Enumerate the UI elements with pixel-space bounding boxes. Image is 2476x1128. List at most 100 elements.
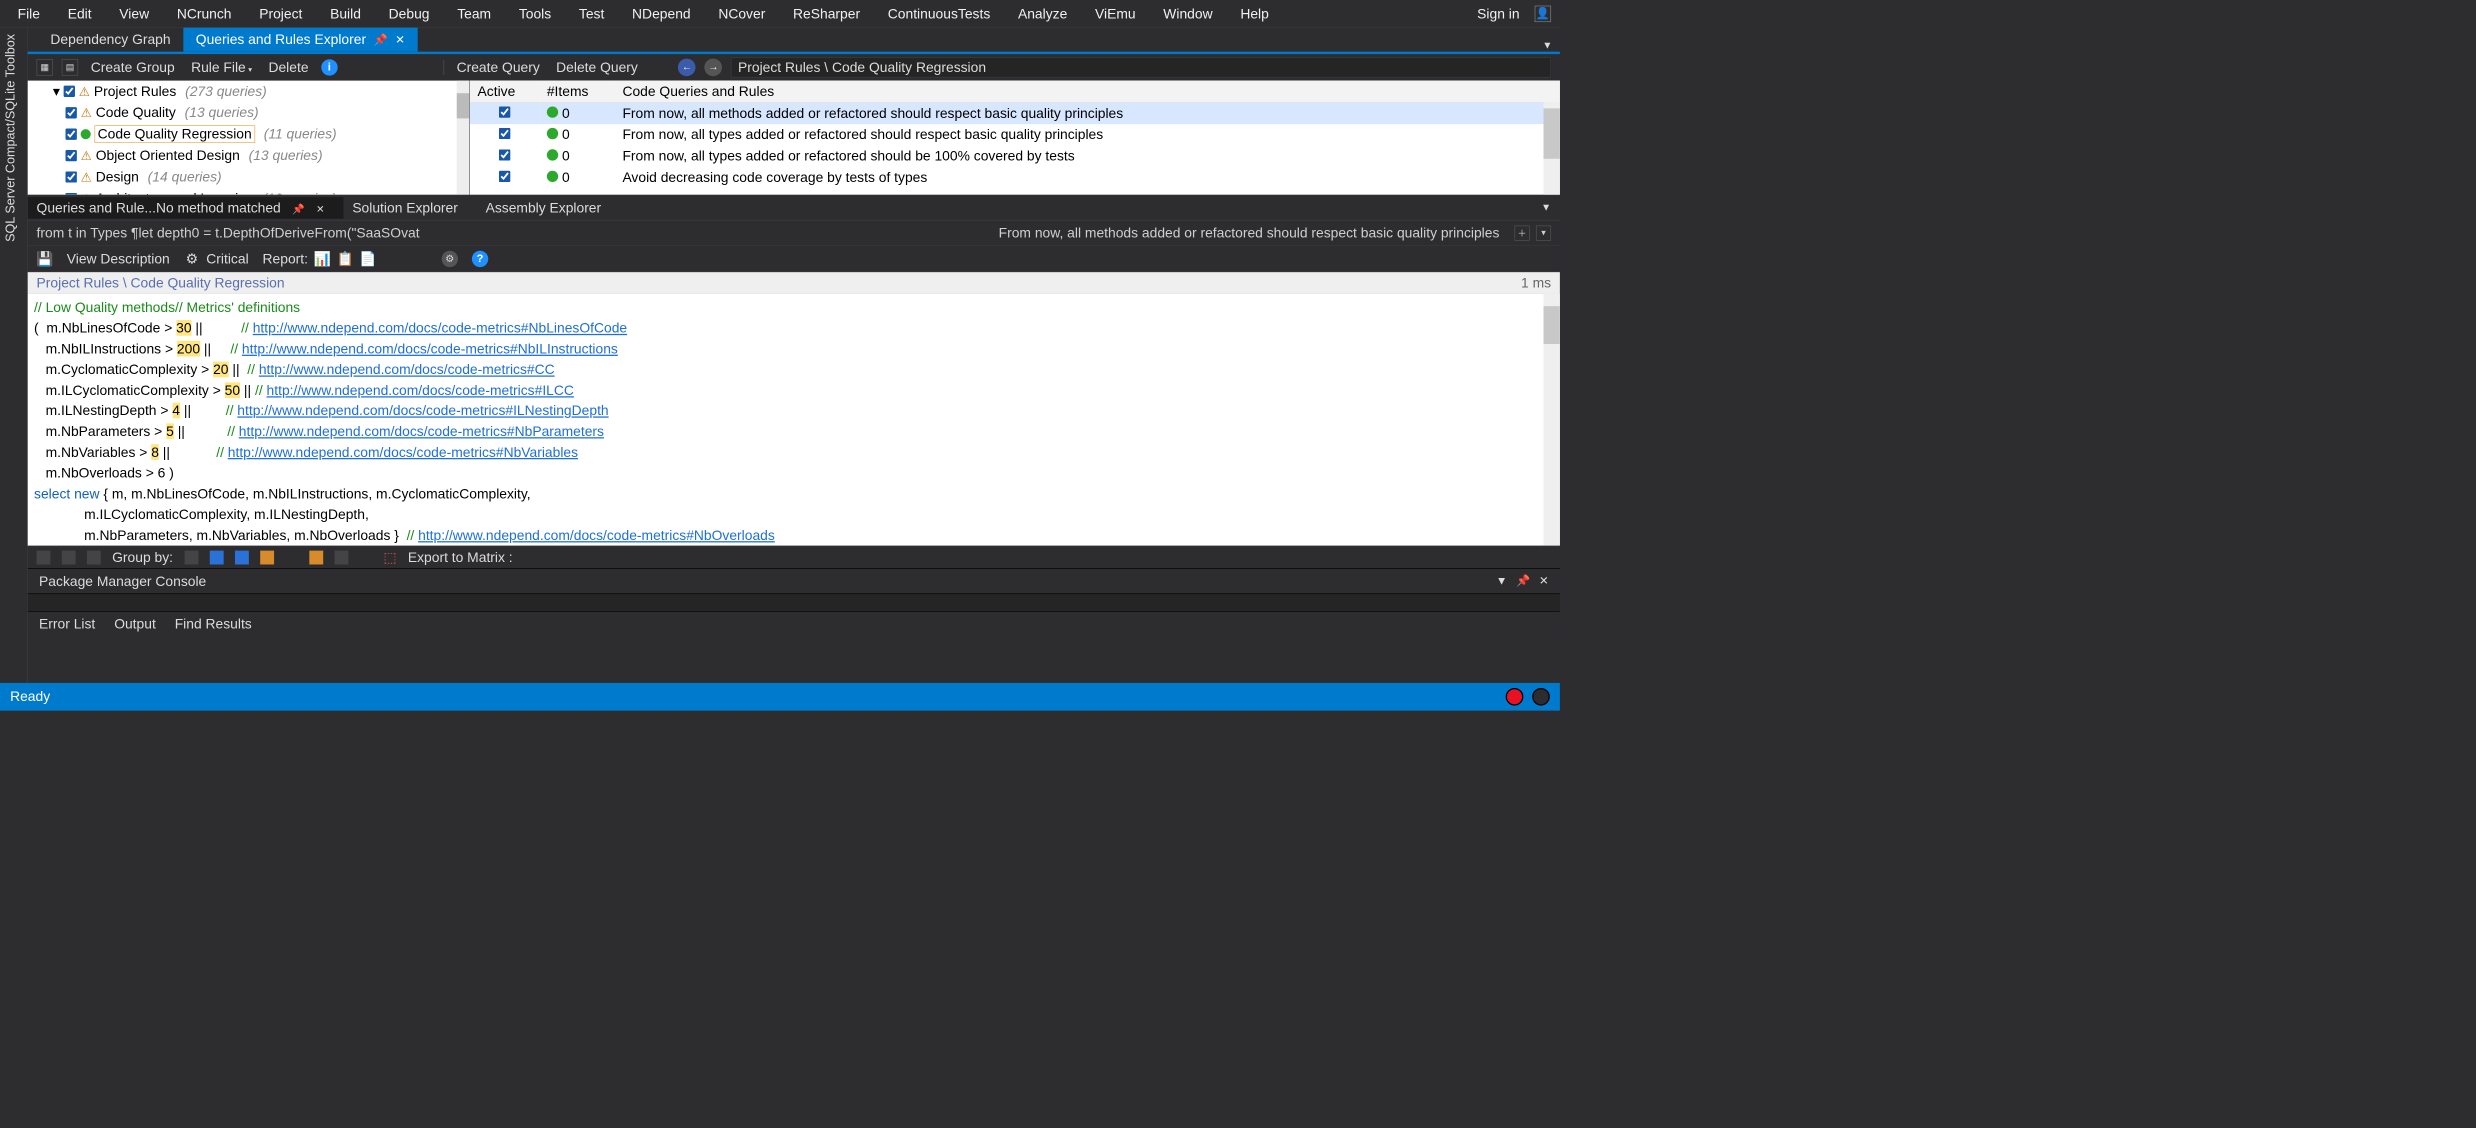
tree-checkbox[interactable] [66,171,77,182]
report-chart-icon[interactable]: 📊 [314,250,330,266]
tab-queries-rules-explorer[interactable]: Queries and Rules Explorer 📌 ✕ [183,28,417,52]
tree-item[interactable]: ⚠ Object Oriented Design (13 queries) [28,145,470,166]
tab-solution-explorer[interactable]: Solution Explorer [343,197,476,218]
group-icon[interactable] [235,550,249,564]
export-icon[interactable]: ⬚ [383,549,396,565]
col-items[interactable]: #Items [539,81,615,103]
tab-overflow-icon[interactable]: ▼ [1541,202,1551,213]
close-icon[interactable]: ✕ [395,33,405,46]
menu-file[interactable]: File [4,3,54,24]
menu-resharper[interactable]: ReSharper [779,3,874,24]
code-link[interactable]: http://www.ndepend.com/docs/code-metrics… [237,403,608,419]
menu-view[interactable]: View [105,3,163,24]
pin-icon[interactable]: 📌 [292,204,305,215]
menu-edit[interactable]: Edit [54,3,106,24]
group-icon[interactable] [210,550,224,564]
report-export-icon[interactable]: 📄 [360,250,376,266]
grid-row[interactable]: 0 Avoid decreasing code coverage by test… [470,167,1560,188]
delete-query-button[interactable]: Delete Query [552,58,641,77]
menu-test[interactable]: Test [565,3,618,24]
col-active[interactable]: Active [470,81,539,103]
rule-file-dropdown[interactable]: Rule File [187,58,256,77]
row-checkbox[interactable] [499,149,510,160]
tree-checkbox[interactable] [66,193,77,195]
collapse-all-icon[interactable]: ▤ [62,59,78,75]
info-icon[interactable]: i [321,59,337,75]
pin-icon[interactable]: 📌 [1516,575,1530,588]
menu-debug[interactable]: Debug [375,3,444,24]
tree-checkbox[interactable] [64,86,75,97]
code-link[interactable]: http://www.ndepend.com/docs/code-metrics… [253,320,627,336]
tree-item[interactable]: ⚠ Design (14 queries) [28,166,470,187]
tree-checkbox[interactable] [66,150,77,161]
dropdown-icon[interactable]: ▾ [1536,225,1551,240]
menu-project[interactable]: Project [245,3,316,24]
code-link[interactable]: http://www.ndepend.com/docs/code-metrics… [228,444,578,460]
create-group-button[interactable]: Create Group [87,58,179,77]
pin-icon[interactable]: 📌 [374,33,388,46]
grid-row[interactable]: 0 From now, all types added or refactore… [470,146,1560,167]
menu-analyze[interactable]: Analyze [1004,3,1081,24]
menu-help[interactable]: Help [1226,3,1282,24]
report-copy-icon[interactable]: 📋 [337,250,353,266]
tab-output[interactable]: Output [114,616,156,632]
nav-back-icon[interactable]: ← [678,58,696,76]
code-link[interactable]: http://www.ndepend.com/docs/code-metrics… [239,424,604,440]
package-manager-console-body[interactable] [28,593,1560,611]
nav-forward-icon[interactable]: → [705,58,723,76]
close-icon[interactable]: ✕ [316,204,324,215]
group-icon[interactable] [309,550,323,564]
toolbar-icon[interactable] [37,550,51,564]
dropdown-icon[interactable]: ▼ [1496,575,1507,588]
status-indicator-gray[interactable] [1532,688,1550,706]
package-manager-console-header[interactable]: Package Manager Console ▼ 📌 ✕ [28,568,1560,593]
tree-checkbox[interactable] [66,107,77,118]
tab-assembly-explorer[interactable]: Assembly Explorer [477,197,620,218]
tab-error-list[interactable]: Error List [39,616,95,632]
grid-row[interactable]: 0 From now, all methods added or refacto… [470,102,1560,124]
query-text[interactable]: from t in Types ¶let depth0 = t.DepthOfD… [37,225,999,241]
critical-toggle[interactable]: Critical [206,250,248,266]
add-icon[interactable]: ＋ [1515,225,1530,240]
tree-item[interactable]: ⚠ Architecture and Layering (10 queries) [28,188,470,195]
row-checkbox[interactable] [499,128,510,139]
create-query-button[interactable]: Create Query [453,58,544,77]
menu-ndepend[interactable]: NDepend [618,3,704,24]
tree-checkbox[interactable] [66,129,77,140]
menu-tools[interactable]: Tools [505,3,565,24]
menu-ncrunch[interactable]: NCrunch [163,3,245,24]
status-indicator-red[interactable] [1506,688,1524,706]
toolbar-icon[interactable] [87,550,101,564]
code-link[interactable]: http://www.ndepend.com/docs/code-metrics… [267,382,574,398]
tab-queries-result[interactable]: Queries and Rule...No method matched 📌 ✕ [28,197,344,218]
close-icon[interactable]: ✕ [1539,575,1549,588]
group-icon[interactable] [260,550,274,564]
delete-button[interactable]: Delete [265,58,313,77]
tree-scrollbar[interactable] [457,81,470,195]
grid-scrollbar[interactable] [1544,102,1560,195]
help-icon[interactable]: ? [472,250,488,266]
tab-overflow-icon[interactable]: ▼ [1542,40,1552,51]
menu-viemu[interactable]: ViEmu [1081,3,1149,24]
col-rules[interactable]: Code Queries and Rules [615,81,1560,103]
tab-dependency-graph[interactable]: Dependency Graph [38,28,183,52]
settings-icon[interactable]: ⚙ [442,250,458,266]
code-link[interactable]: http://www.ndepend.com/docs/code-metrics… [418,527,775,543]
sign-in-link[interactable]: Sign in [1470,3,1528,24]
group-icon[interactable] [334,550,348,564]
expand-all-icon[interactable]: ▦ [37,59,53,75]
row-checkbox[interactable] [499,171,510,182]
menu-window[interactable]: Window [1149,3,1226,24]
code-link[interactable]: http://www.ndepend.com/docs/code-metrics… [242,341,618,357]
breadcrumb-path[interactable]: Project Rules \ Code Quality Regression [731,57,1551,77]
menu-team[interactable]: Team [443,3,505,24]
tree-root[interactable]: ▾ ⚠ Project Rules (273 queries) [28,81,470,102]
crumb-path[interactable]: Project Rules \ Code Quality Regression [37,275,285,291]
code-editor[interactable]: // Low Quality methods// Metrics' defini… [28,294,1560,546]
code-link[interactable]: http://www.ndepend.com/docs/code-metrics… [259,361,555,377]
tab-find-results[interactable]: Find Results [175,616,252,632]
side-panel-tab[interactable]: SQL Server Compact/SQLite Toolbox [0,28,28,683]
toolbar-icon[interactable] [62,550,76,564]
group-icon[interactable] [184,550,198,564]
tree-item-selected[interactable]: Code Quality Regression (11 queries) [28,123,470,144]
